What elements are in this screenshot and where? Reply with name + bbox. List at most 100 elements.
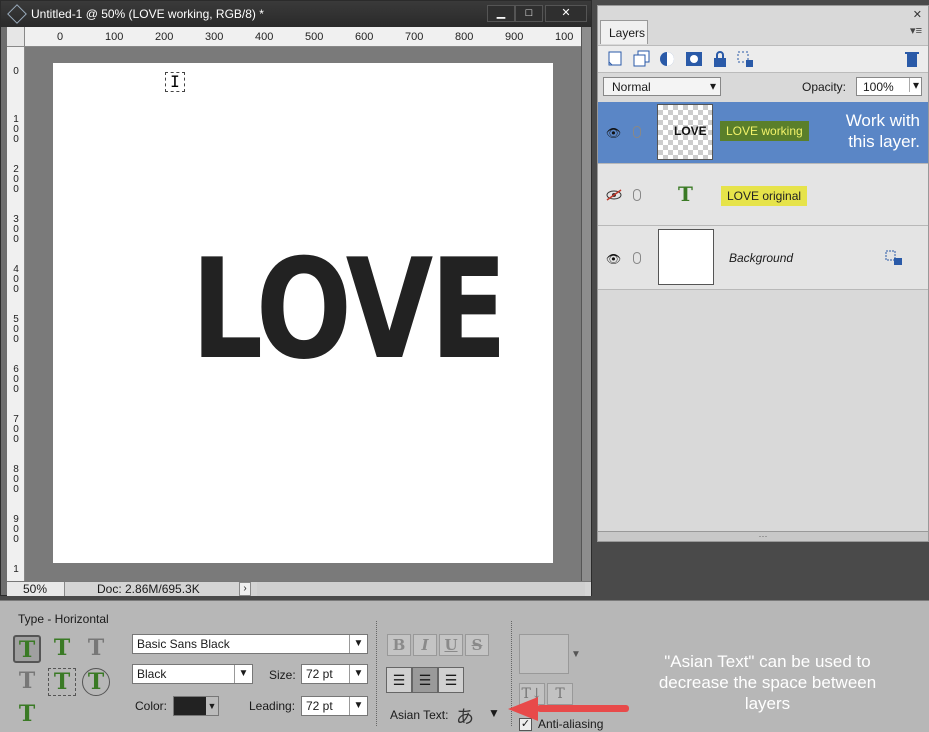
- adjustment-layer-icon[interactable]: [658, 50, 678, 68]
- bold-button[interactable]: B: [387, 634, 411, 656]
- ruler-tick-label: 500: [305, 31, 324, 43]
- ruler-tick-label: 9 0 0: [13, 514, 19, 545]
- annotation-arrow: [537, 705, 629, 712]
- ruler-tick-label: 0: [13, 66, 19, 77]
- warp-style-swatch[interactable]: [519, 634, 569, 674]
- love-text-layer[interactable]: LOVE: [191, 241, 507, 379]
- size-value: 72 pt: [306, 667, 333, 681]
- font-style-value: Black: [137, 667, 167, 681]
- layer-row-love-original[interactable]: T LOVE original: [598, 164, 928, 226]
- chevron-down-icon[interactable]: ▼: [571, 649, 581, 660]
- ruler-tick-label: 6 0 0: [13, 364, 19, 395]
- zoom-field[interactable]: 50%: [7, 582, 65, 596]
- vertical-type-mask-icon[interactable]: T: [13, 668, 41, 696]
- ruler-tick-label: 100: [555, 31, 574, 43]
- ruler-tick-label: 2 0 0: [13, 164, 19, 195]
- document-title: Untitled-1 @ 50% (LOVE working, RGB/8) *: [31, 7, 264, 21]
- leading-value: 72 pt: [306, 699, 333, 713]
- layer-row-background[interactable]: 👁 Background: [598, 226, 928, 290]
- italic-button[interactable]: I: [413, 634, 437, 656]
- layer-note: Work with this layer.: [845, 111, 920, 151]
- ruler-corner: [7, 27, 25, 47]
- leading-field[interactable]: 72 pt ▼: [301, 696, 368, 716]
- doc-info: Doc: 2.86M/695.3K: [97, 582, 200, 596]
- document-title-bar[interactable]: Untitled-1 @ 50% (LOVE working, RGB/8) *…: [1, 1, 591, 27]
- app-icon: [7, 4, 27, 24]
- link-icon[interactable]: [633, 126, 641, 138]
- blend-mode-select[interactable]: Normal: [603, 77, 721, 96]
- chevron-down-icon[interactable]: ▼: [349, 635, 367, 653]
- layer-name[interactable]: LOVE working: [720, 121, 809, 141]
- size-field[interactable]: 72 pt ▼: [301, 664, 368, 684]
- close-button[interactable]: ✕: [545, 5, 587, 22]
- color-swatch[interactable]: ▼: [173, 696, 219, 716]
- opacity-field[interactable]: 100%: [856, 77, 922, 96]
- lock-all-icon[interactable]: [710, 50, 730, 68]
- strikethrough-button[interactable]: S: [465, 634, 489, 656]
- text-on-path-icon[interactable]: T: [13, 701, 41, 729]
- layer-mask-icon[interactable]: [684, 50, 704, 68]
- ruler-tick-label: 4 0 0: [13, 264, 19, 295]
- align-center-icon[interactable]: ☰: [412, 667, 438, 693]
- vertical-ruler: 0 1 0 0 2 0 0 3 0 0 4 0 0 5 0 0 6 0 0 7 …: [7, 47, 25, 581]
- panel-resize-handle[interactable]: ⋯: [598, 531, 928, 541]
- layer-name[interactable]: Background: [729, 251, 793, 265]
- chevron-down-icon[interactable]: ▼: [488, 706, 500, 720]
- lock-icon[interactable]: [885, 250, 903, 266]
- ruler-tick-label: 1: [13, 564, 19, 575]
- text-layer-icon: T: [678, 182, 693, 206]
- ruler-tick-label: 600: [355, 31, 374, 43]
- new-layer-icon[interactable]: [606, 50, 626, 68]
- text-on-shape-icon[interactable]: T: [82, 668, 110, 696]
- eye-hidden-icon[interactable]: [606, 189, 622, 201]
- vertical-type-tool-icon[interactable]: T: [48, 635, 76, 663]
- chevron-down-icon[interactable]: ▼: [234, 665, 252, 683]
- font-style-select[interactable]: Black ▼: [132, 664, 253, 684]
- ruler-tick-label: 800: [455, 31, 474, 43]
- layers-toolbar: [598, 45, 928, 73]
- link-icon[interactable]: [633, 189, 641, 201]
- eye-icon[interactable]: 👁: [606, 126, 622, 140]
- horizontal-ruler: 0 100 200 300 400 500 600 700 800 900 10…: [25, 27, 581, 47]
- ruler-tick-label: 200: [155, 31, 174, 43]
- chevron-down-icon[interactable]: ▼: [349, 665, 367, 683]
- link-icon[interactable]: [633, 252, 641, 264]
- chevron-down-icon[interactable]: ▼: [349, 697, 367, 715]
- underline-button[interactable]: U: [439, 634, 463, 656]
- panel-menu-icon[interactable]: ▾≡: [910, 24, 922, 37]
- asian-text-icon[interactable]: あ: [456, 703, 474, 729]
- color-label: Color:: [135, 699, 168, 713]
- canvas[interactable]: LOVE: [53, 63, 553, 563]
- vertical-scrollbar[interactable]: [581, 27, 591, 581]
- tool-options-bar: Type - Horizontal T T T T T T T Basic Sa…: [0, 600, 929, 732]
- status-menu-arrow[interactable]: ›: [239, 582, 251, 596]
- horizontal-type-tool-icon[interactable]: T: [13, 635, 41, 663]
- maximize-button[interactable]: □: [515, 5, 543, 22]
- lock-transparent-icon[interactable]: [736, 50, 756, 68]
- size-label: Size:: [269, 668, 296, 682]
- align-left-icon[interactable]: ☰: [386, 667, 412, 693]
- eye-icon[interactable]: 👁: [606, 252, 622, 266]
- warp-text-icon[interactable]: T: [547, 683, 573, 705]
- horizontal-type-mask-icon[interactable]: T: [82, 635, 110, 663]
- ruler-tick-label: 3 0 0: [13, 214, 19, 245]
- layer-row-love-working[interactable]: 👁 LOVE LOVE working Work with this layer…: [598, 102, 928, 164]
- ruler-tick-label: 900: [505, 31, 524, 43]
- ruler-tick-label: 700: [405, 31, 424, 43]
- delete-layer-icon[interactable]: [902, 50, 922, 68]
- thumbnail-text: LOVE: [674, 124, 707, 138]
- leading-label: Leading:: [249, 699, 296, 713]
- horizontal-scrollbar[interactable]: [257, 582, 585, 596]
- align-right-icon[interactable]: ☰: [438, 667, 464, 693]
- font-family-select[interactable]: Basic Sans Black ▼: [132, 634, 368, 654]
- text-on-selection-icon[interactable]: T: [48, 668, 76, 696]
- new-group-icon[interactable]: [632, 50, 652, 68]
- ruler-tick-label: 300: [205, 31, 224, 43]
- minimize-button[interactable]: ▁: [487, 5, 515, 22]
- tab-layers[interactable]: Layers: [600, 20, 648, 44]
- panel-close-icon[interactable]: ✕: [913, 8, 922, 21]
- layer-name[interactable]: LOVE original: [721, 186, 808, 206]
- ruler-tick-label: 1 0 0: [13, 114, 19, 145]
- ruler-tick-label: 5 0 0: [13, 314, 19, 345]
- chevron-down-icon[interactable]: ▼: [206, 697, 218, 715]
